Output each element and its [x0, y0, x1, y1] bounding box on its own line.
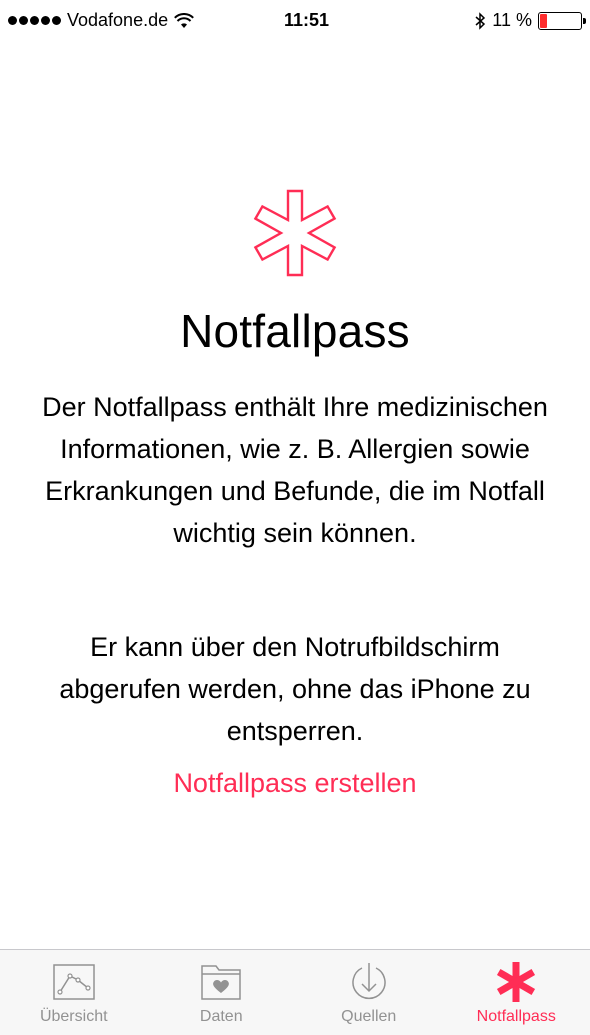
tab-label: Daten	[199, 1008, 243, 1025]
tab-sources[interactable]: Quellen	[295, 950, 443, 1035]
status-left: Vodafone.de	[8, 10, 195, 31]
asterisk-icon	[497, 962, 536, 1002]
bluetooth-icon	[475, 11, 486, 30]
chart-icon	[53, 964, 95, 1000]
status-time: 11:51	[284, 10, 330, 30]
wifi-icon	[174, 12, 195, 28]
tab-overview[interactable]: Übersicht	[0, 950, 148, 1035]
carrier-name: Vodafone.de	[67, 10, 169, 30]
create-medical-id-button[interactable]: Notfallpass erstellen	[0, 768, 590, 799]
battery-icon	[538, 11, 586, 30]
status-right: 11 %	[474, 10, 586, 31]
signal-strength-icon	[8, 16, 61, 25]
tab-label: Übersicht	[39, 1008, 108, 1025]
medical-asterisk-icon	[253, 189, 337, 277]
folder-heart-icon	[201, 965, 241, 1000]
status-bar: Vodafone.de 11:51 11 %	[0, 0, 590, 40]
tab-label: Notfallpass	[476, 1008, 556, 1025]
description-text: Der Notfallpass enthält Ihre medizinisch…	[42, 392, 548, 548]
screen: Vodafone.de 11:51 11 % Notfallpass Der N…	[0, 0, 590, 1035]
tab-bar: Übersicht Daten Quellen Notfallpass	[0, 949, 590, 1035]
tab-medical-id[interactable]: Notfallpass	[443, 950, 590, 1035]
tab-data[interactable]: Daten	[148, 950, 296, 1035]
page-title: Notfallpass	[180, 305, 410, 357]
tab-label: Quellen	[341, 1008, 397, 1025]
lockscreen-info-text: Er kann über den Notrufbildschirm abgeru…	[59, 632, 531, 746]
download-circle-icon	[352, 963, 386, 1000]
battery-level-fill	[540, 13, 547, 28]
battery-percentage: 11 %	[492, 10, 532, 30]
